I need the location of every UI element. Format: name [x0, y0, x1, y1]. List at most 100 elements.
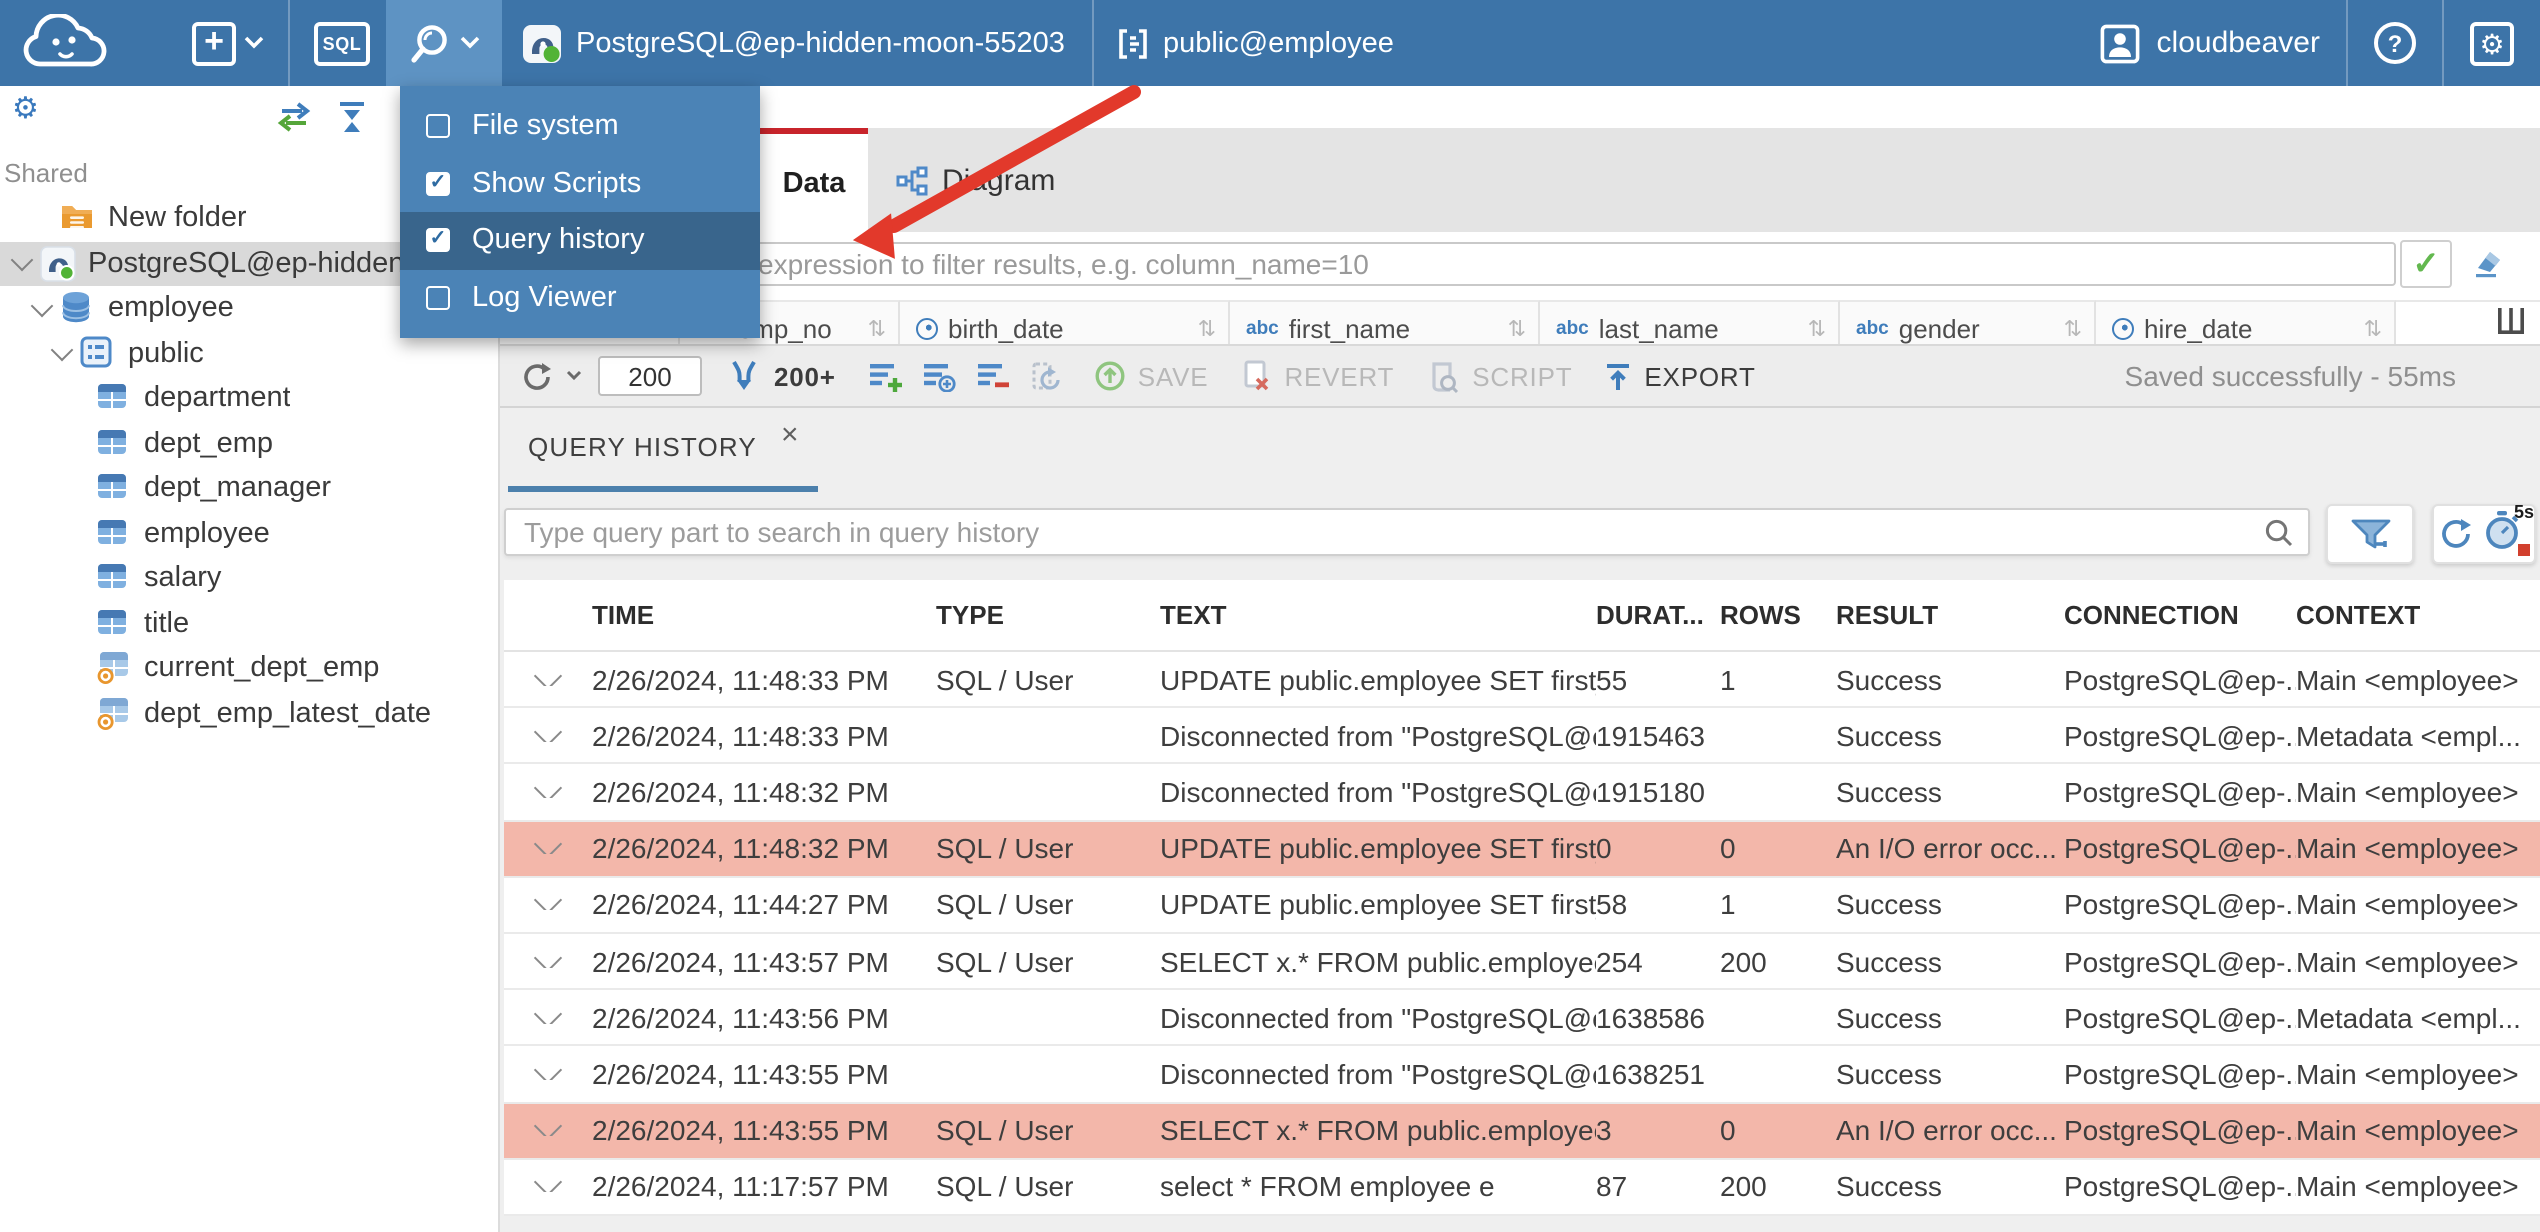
chevron-down-icon[interactable] — [533, 1180, 563, 1193]
duplicate-row-button[interactable] — [922, 361, 956, 391]
history-row[interactable]: 2/26/2024, 11:48:33 PM SQL / User UPDATE… — [504, 652, 2540, 709]
checkbox[interactable] — [426, 285, 450, 310]
clear-filter-icon[interactable] — [2468, 248, 2504, 288]
history-filter-button[interactable] — [2326, 504, 2414, 564]
tools-menu-item[interactable]: ✓ Show Scripts — [400, 155, 760, 212]
sort-icon[interactable]: ⇅ — [2064, 315, 2082, 341]
grid-column-header[interactable]: hire_date ⇅ — [2096, 300, 2396, 344]
history-row[interactable]: 2/26/2024, 11:48:32 PM Disconnected from… — [504, 765, 2540, 822]
sort-icon[interactable]: ⇅ — [2364, 315, 2382, 341]
sort-icon[interactable]: ⇅ — [1198, 315, 1216, 341]
history-refresh-group[interactable]: 5s — [2432, 502, 2536, 564]
history-column-header[interactable]: CONTEXT — [2296, 600, 2540, 630]
tree-node[interactable]: dept_emp_latest_date — [0, 691, 498, 736]
history-row[interactable]: 2/26/2024, 11:17:57 PM SQL / User select… — [504, 1160, 2540, 1216]
chevron-down-icon[interactable] — [533, 786, 563, 798]
fetch-more-button[interactable]: 200+ — [730, 360, 836, 392]
chevron-down-icon[interactable] — [533, 1068, 563, 1081]
expand-row-cell[interactable] — [504, 1011, 592, 1024]
tree-node[interactable]: employee — [0, 511, 498, 556]
history-column-header[interactable]: DURAT... — [1596, 600, 1720, 630]
expand-row-cell[interactable] — [504, 955, 592, 968]
settings-button[interactable]: ⚙ — [2470, 21, 2514, 65]
sql-editor-button[interactable]: SQL — [314, 21, 370, 65]
user-menu-button[interactable]: cloudbeaver — [2101, 23, 2320, 63]
expand-row-cell[interactable] — [504, 1180, 592, 1193]
tree-chevron-icon[interactable] — [48, 339, 76, 362]
history-column-header[interactable]: CONNECTION — [2064, 600, 2296, 630]
sort-icon[interactable]: ⇅ — [1508, 315, 1526, 341]
checkbox[interactable]: ✓ — [426, 171, 450, 196]
history-row[interactable]: 2/26/2024, 11:48:32 PM SQL / User UPDATE… — [504, 821, 2540, 878]
expand-row-cell[interactable] — [504, 729, 592, 742]
history-row[interactable]: 2/26/2024, 11:43:57 PM SQL / User SELECT… — [504, 934, 2540, 991]
history-column-header[interactable]: TYPE — [936, 600, 1160, 630]
chevron-down-icon[interactable] — [533, 1011, 563, 1024]
chevron-down-icon[interactable] — [533, 842, 563, 855]
tree-chevron-icon[interactable] — [28, 294, 56, 317]
chevron-down-icon[interactable] — [533, 955, 563, 968]
script-button[interactable]: SCRIPT — [1426, 359, 1572, 393]
tree-node[interactable]: dept_emp — [0, 421, 498, 466]
row-limit-input[interactable] — [598, 356, 702, 396]
history-search-input[interactable] — [504, 508, 2310, 556]
history-row[interactable]: 2/26/2024, 11:43:55 PM SQL / User SELECT… — [504, 1103, 2540, 1160]
schema-selector[interactable]: public@employee — [1119, 27, 1394, 59]
grid-column-header[interactable]: abc last_name ⇅ — [1540, 300, 1840, 344]
grid-column-header[interactable]: birth_date ⇅ — [900, 300, 1230, 344]
chevron-down-icon[interactable] — [533, 673, 563, 686]
apply-filter-button[interactable]: ✓ — [2400, 240, 2452, 288]
revert-button[interactable]: REVERT — [1240, 360, 1394, 392]
close-icon[interactable]: × — [781, 418, 799, 452]
sort-icon[interactable]: ⇅ — [1808, 315, 1826, 341]
history-row[interactable]: 2/26/2024, 11:43:56 PM Disconnected from… — [504, 990, 2540, 1047]
expand-row-cell[interactable] — [504, 1124, 592, 1137]
grid-columns-icon[interactable] — [2498, 308, 2524, 344]
history-row[interactable]: 2/26/2024, 11:43:55 PM Disconnected from… — [504, 1047, 2540, 1104]
expand-row-cell[interactable] — [504, 673, 592, 686]
expand-row-cell[interactable] — [504, 786, 592, 798]
tree-node[interactable]: title — [0, 601, 498, 646]
tree-node[interactable]: department — [0, 376, 498, 421]
history-column-header[interactable]: TEXT — [1160, 600, 1596, 630]
grid-column-header[interactable]: abc first_name ⇅ — [1230, 300, 1540, 344]
export-button[interactable]: EXPORT — [1604, 361, 1755, 391]
expand-row-cell[interactable] — [504, 898, 592, 911]
tab-data[interactable]: Data — [760, 128, 868, 232]
revert-cell-button[interactable] — [1030, 360, 1062, 392]
save-button[interactable]: SAVE — [1094, 360, 1209, 392]
collapse-all-icon[interactable] — [336, 102, 368, 142]
history-column-header[interactable]: ROWS — [1720, 600, 1836, 630]
grid-column-header[interactable]: abc gender ⇅ — [1840, 300, 2096, 344]
history-column-header[interactable]: RESULT — [1836, 600, 2064, 630]
navigator-settings-icon[interactable]: ⚙ — [12, 94, 39, 124]
tools-menu-button[interactable] — [386, 0, 502, 86]
filter-expression-input[interactable] — [740, 242, 2396, 286]
tab-diagram[interactable]: Diagram — [868, 128, 1083, 232]
tree-chevron-icon[interactable] — [8, 249, 36, 272]
tools-menu-item[interactable]: Log Viewer — [400, 269, 760, 326]
new-connection-button[interactable]: + — [192, 21, 264, 65]
chevron-down-icon[interactable] — [533, 898, 563, 911]
help-button[interactable]: ? — [2374, 22, 2416, 64]
sort-icon[interactable]: ⇅ — [868, 315, 886, 341]
tree-node[interactable]: current_dept_emp — [0, 646, 498, 691]
cloudbeaver-logo-icon[interactable] — [20, 13, 108, 73]
tab-query-history[interactable]: QUERY HISTORY × — [508, 408, 819, 492]
chevron-down-icon[interactable] — [533, 729, 563, 742]
delete-row-button[interactable] — [976, 361, 1010, 391]
history-column-header[interactable]: TIME — [592, 600, 936, 630]
tree-node[interactable]: salary — [0, 556, 498, 601]
tree-node[interactable]: dept_manager — [0, 466, 498, 511]
checkbox[interactable] — [426, 114, 450, 139]
chevron-down-icon[interactable] — [533, 1124, 563, 1137]
sync-connection-icon[interactable] — [276, 102, 312, 142]
history-row[interactable]: 2/26/2024, 11:44:27 PM SQL / User UPDATE… — [504, 878, 2540, 935]
add-row-button[interactable] — [868, 361, 902, 391]
tools-menu-item[interactable]: ✓ Query history — [400, 212, 760, 269]
tools-menu-item[interactable]: File system — [400, 98, 760, 155]
connection-selector[interactable]: PostgreSQL@ep-hidden-moon-55203 — [522, 23, 1065, 63]
expand-row-cell[interactable] — [504, 842, 592, 855]
checkbox[interactable]: ✓ — [426, 228, 450, 253]
history-row[interactable]: 2/26/2024, 11:48:33 PM Disconnected from… — [504, 708, 2540, 765]
